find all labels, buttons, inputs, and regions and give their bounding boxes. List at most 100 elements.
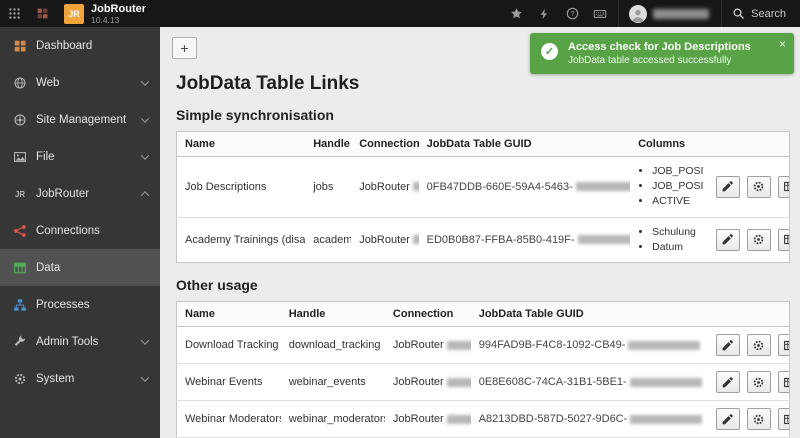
table-data-button[interactable] (777, 334, 790, 357)
cell-name: Download Tracking (176, 326, 281, 365)
guid-prefix: ED0B0B87-FFBA-85B0-419F- (426, 233, 575, 246)
close-icon[interactable]: × (779, 37, 786, 51)
table-row: Download Tracking download_tracking JobR… (176, 326, 790, 365)
redacted-text (629, 377, 702, 387)
connection-name: JobRouter (392, 413, 444, 426)
table-header-row: Name Handle Connection JobData Table GUI… (176, 131, 790, 157)
app-version: 10.4.13 (91, 14, 120, 25)
table-data-button[interactable] (777, 228, 790, 251)
table-data-button[interactable] (777, 175, 790, 198)
cell-handle: webinar_events (280, 363, 385, 402)
sync-settings-button[interactable] (746, 408, 771, 431)
column-item: JOB_POSITION_EN (652, 179, 704, 194)
sidebar-item-connections[interactable]: Connections (0, 212, 160, 249)
actions-column-header (703, 131, 790, 157)
guid-prefix: 0E8E608C-74CA-31B1-5BE1- (478, 376, 627, 389)
sidebar-item-label: Processes (36, 298, 90, 311)
guid-prefix: 994FAD9B-F4C8-1092-CB49- (478, 339, 626, 352)
sidebar-item-data[interactable]: Data (0, 249, 160, 286)
cell-connection: JobRouter (384, 326, 471, 365)
settings-gear-icon (753, 235, 764, 245)
table-icon (784, 377, 790, 387)
sidebar-item-admin-tools[interactable]: Admin Tools (0, 323, 160, 360)
keyboard-icon[interactable] (591, 5, 609, 23)
table-data-button[interactable] (777, 408, 790, 431)
jobrouter-jr-icon: JR (12, 186, 27, 201)
cell-columns: JOB_POSITION_DE JOB_POSITION_EN ACTIVE (630, 156, 704, 218)
table-icon (784, 182, 790, 192)
sync-settings-button[interactable] (746, 175, 771, 198)
redacted-text (446, 377, 471, 387)
sidebar-item-site-management[interactable]: Site Management (0, 101, 160, 138)
globe-icon (12, 75, 27, 90)
sidebar-item-dashboard[interactable]: Dashboard (0, 27, 160, 64)
table-icon (784, 235, 790, 245)
section-heading-other-usage: Other usage (176, 277, 258, 294)
cell-guid: ED0B0B87-FFBA-85B0-419F- (419, 217, 631, 262)
guid-prefix: 0FB47DDB-660E-59A4-5463- (426, 180, 573, 193)
cell-handle: download_tracking (280, 326, 385, 365)
add-tab-button[interactable]: + (172, 37, 197, 59)
sidebar-item-label: Web (36, 76, 60, 89)
table-data-button[interactable] (777, 371, 790, 394)
chevron-down-icon (140, 372, 150, 382)
cell-connection: JobRouter (351, 217, 419, 262)
sidebar-item-jobrouter[interactable]: JR JobRouter (0, 175, 160, 212)
column-item: Datum (652, 240, 696, 255)
column-item: Schulung (652, 225, 696, 240)
section-heading-simple-sync: Simple synchronisation (176, 107, 334, 123)
jobrouter-logo[interactable]: JR (64, 3, 84, 24)
cell-actions (704, 217, 790, 262)
column-header: Handle (280, 301, 385, 328)
column-header: Name (176, 131, 306, 157)
redacted-text (628, 340, 701, 350)
sidebar-item-processes[interactable]: Processes (0, 286, 160, 323)
redacted-text (412, 235, 419, 245)
sidebar-item-label: Site Management (36, 113, 127, 126)
sync-settings-button[interactable] (746, 334, 771, 357)
sync-settings-button[interactable] (746, 371, 771, 394)
cell-guid: 0FB47DDB-660E-59A4-5463- (418, 156, 631, 218)
table-row: Webinar Events webinar_events JobRouter … (176, 363, 790, 402)
edit-button[interactable] (715, 334, 740, 357)
redacted-text (577, 235, 631, 245)
column-item: ACTIVE (652, 194, 696, 209)
sidebar-item-label: Dashboard (36, 39, 93, 52)
apps-icon[interactable] (5, 5, 23, 23)
cell-connection: JobRouter (384, 363, 471, 402)
sidebar-item-system[interactable]: System (0, 360, 160, 397)
sidebar-item-label: System (36, 372, 75, 385)
edit-button[interactable] (715, 408, 740, 431)
connections-icon (12, 223, 27, 238)
data-table-icon (12, 260, 27, 275)
image-icon (12, 149, 27, 164)
sidebar-item-web[interactable]: Web (0, 64, 160, 101)
redacted-text (575, 182, 631, 192)
main-content: + ✓ Access check for Job Descriptions Jo… (160, 27, 800, 438)
sidebar-item-file[interactable]: File (0, 138, 160, 175)
column-header: Connection (351, 131, 419, 157)
cell-actions (703, 156, 790, 218)
edit-button[interactable] (715, 228, 740, 251)
pinned-app-icon[interactable] (33, 5, 51, 23)
chevron-down-icon (140, 76, 150, 86)
cell-handle: webinar_moderators (280, 400, 385, 438)
notification-message: JobData table accessed successfully (568, 55, 732, 66)
cell-actions (703, 400, 790, 438)
help-icon[interactable]: ? (563, 5, 581, 23)
sync-settings-button[interactable] (746, 228, 771, 251)
star-icon[interactable] (507, 5, 525, 23)
bolt-icon[interactable] (535, 5, 553, 23)
cell-handle: academy (313, 233, 351, 246)
user-avatar-icon[interactable] (629, 4, 648, 23)
svg-text:?: ? (570, 11, 574, 18)
edit-button[interactable] (715, 371, 740, 394)
redacted-text (630, 414, 703, 424)
edit-button[interactable] (715, 175, 740, 198)
processes-icon (12, 297, 27, 312)
table-row: Job Descriptions jobs JobRouter 0FB47DDB… (176, 156, 790, 218)
edit-pencil-icon (722, 376, 734, 387)
connection-name: JobRouter (359, 180, 410, 193)
search-control[interactable]: Search (732, 7, 786, 20)
redacted-text (412, 182, 419, 192)
